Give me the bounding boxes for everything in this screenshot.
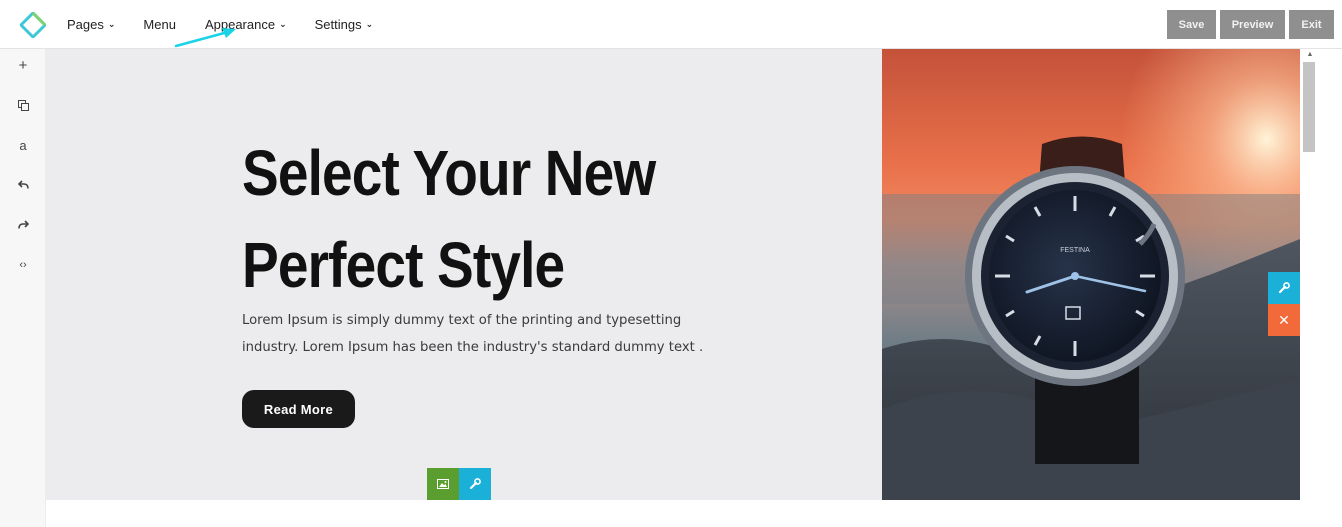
exit-button[interactable]: Exit — [1289, 10, 1334, 39]
copy-icon[interactable] — [0, 95, 46, 115]
left-toolbar: + a ‹› — [0, 49, 46, 527]
nav-pages-label: Pages — [67, 17, 104, 32]
undo-icon[interactable] — [0, 175, 46, 195]
code-icon[interactable]: ‹› — [0, 255, 46, 275]
hero-paragraph[interactable]: Lorem Ipsum is simply dummy text of the … — [242, 307, 712, 361]
wrench-icon[interactable] — [1268, 272, 1300, 304]
redo-icon[interactable] — [0, 215, 46, 235]
top-toolbar: Pages ⌄ Menu Appearance ⌄ Settings ⌄ Sav… — [0, 0, 1342, 49]
nav-settings-label: Settings — [314, 17, 362, 32]
nav-pages[interactable]: Pages ⌄ — [67, 17, 115, 32]
hero-text-line1: Lorem Ipsum is simply dummy text of the … — [242, 313, 682, 328]
watch-photo[interactable]: FESTINA — [882, 49, 1300, 500]
scroll-thumb[interactable] — [1303, 62, 1315, 152]
preview-button[interactable]: Preview — [1220, 10, 1285, 39]
hero-title-line1: Select Your New — [242, 137, 656, 209]
image-tools: ✕ — [1268, 272, 1300, 336]
chevron-down-icon: ⌄ — [365, 19, 374, 29]
annotation-arrow-icon — [174, 28, 236, 48]
watch-brand-label: FESTINA — [1060, 247, 1090, 254]
chevron-down-icon: ⌄ — [107, 19, 116, 29]
watch-image: FESTINA — [882, 49, 1300, 500]
hero-title-line2: Perfect Style — [242, 229, 565, 301]
nav-settings[interactable]: Settings ⌄ — [315, 17, 374, 32]
save-button[interactable]: Save — [1167, 10, 1216, 39]
read-more-button[interactable]: Read More — [242, 390, 355, 428]
chevron-down-icon: ⌄ — [279, 19, 287, 29]
plus-icon[interactable]: + — [0, 55, 46, 75]
hero-section[interactable]: Select Your New Perfect Style Lorem Ipsu… — [46, 49, 882, 500]
section-tools — [427, 468, 491, 500]
hero-text-line2: industry. Lorem Ipsum has been the indus… — [242, 340, 704, 355]
text-icon[interactable]: a — [0, 135, 46, 155]
page-scrollbar[interactable]: ▲ — [1300, 49, 1320, 527]
diamond-logo-icon[interactable] — [20, 12, 46, 38]
editor-canvas: Select Your New Perfect Style Lorem Ipsu… — [46, 49, 1300, 527]
hero-title[interactable]: Select Your New Perfect Style — [242, 127, 724, 311]
close-icon[interactable]: ✕ — [1268, 304, 1300, 336]
image-icon[interactable] — [427, 468, 459, 500]
wrench-icon[interactable] — [459, 468, 491, 500]
scroll-up-icon[interactable]: ▲ — [1300, 49, 1320, 59]
